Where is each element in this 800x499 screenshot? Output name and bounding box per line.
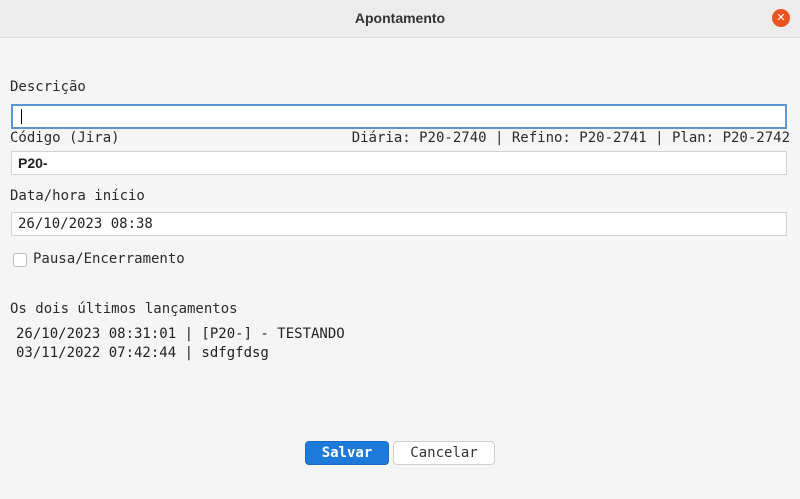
codigo-hint: Diária: P20-2740 | Refino: P20-2741 | Pl…	[351, 130, 790, 146]
codigo-label: Código (Jira)	[10, 130, 120, 146]
pausa-label[interactable]: Pausa/Encerramento	[33, 251, 185, 267]
dialog-window: Apontamento ✕ Descrição Código (Jira) Di…	[0, 0, 800, 499]
cancel-button[interactable]: Cancelar	[393, 441, 495, 465]
save-button[interactable]: Salvar	[305, 441, 389, 465]
history-item: 26/10/2023 08:31:01 | [P20-] - TESTANDO	[16, 326, 345, 342]
descricao-label: Descrição	[10, 79, 86, 95]
window-title: Apontamento	[354, 10, 446, 26]
text-caret	[21, 109, 22, 124]
data-hora-input[interactable]: 26/10/2023 08:38	[11, 212, 787, 236]
data-hora-value: 26/10/2023 08:38	[18, 216, 153, 232]
history-label: Os dois últimos lançamentos	[10, 301, 238, 317]
data-hora-label: Data/hora início	[10, 188, 145, 204]
history-item: 03/11/2022 07:42:44 | sdfgfdsg	[16, 345, 269, 361]
close-icon[interactable]: ✕	[772, 9, 790, 27]
title-bar: Apontamento ✕	[0, 0, 800, 38]
pausa-checkbox[interactable]	[13, 253, 27, 267]
codigo-value: P20-	[18, 155, 48, 171]
codigo-input[interactable]: P20-	[11, 151, 787, 175]
descricao-input[interactable]	[11, 104, 787, 129]
